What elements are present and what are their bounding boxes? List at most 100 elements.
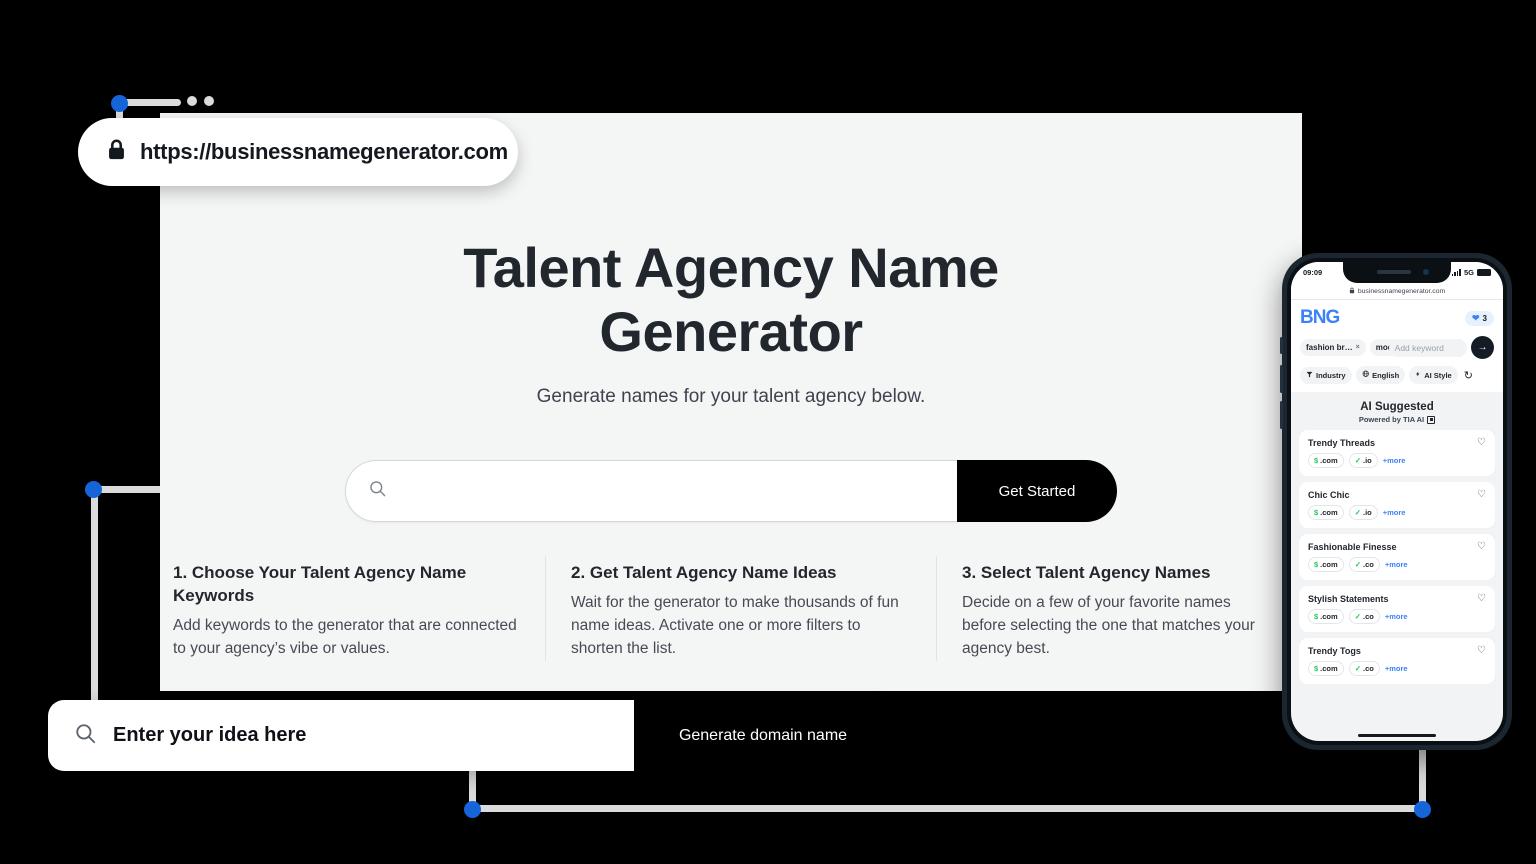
connector-line-bottom-stub-right: [1419, 742, 1426, 810]
dollar-icon: $: [1314, 456, 1319, 465]
tld-row: $ .com ✓ .co +more: [1308, 609, 1486, 624]
more-link[interactable]: +more: [1385, 664, 1408, 673]
step-item-2: 2. Get Talent Agency Name Ideas Wait for…: [545, 556, 936, 661]
steps-section: 1. Choose Your Talent Agency Name Keywor…: [160, 556, 1302, 661]
tld-row: $ .com ✓ .co +more: [1308, 557, 1486, 572]
list-item[interactable]: Trendy Togs ♡ $ .com ✓ .co +more: [1299, 638, 1495, 684]
ai-section-subtitle: Powered by TIA AI: [1291, 415, 1503, 424]
filter-language[interactable]: English: [1355, 366, 1406, 384]
generate-domain-name-button[interactable]: Generate domain name: [634, 700, 892, 771]
url-text: https://businessnamegenerator.com: [140, 139, 508, 164]
check-icon: ✓: [1354, 664, 1361, 673]
filter-row: Industry English AI Style ↻: [1300, 366, 1494, 384]
arrow-right-icon[interactable]: →: [1471, 336, 1494, 359]
lock-icon: [106, 138, 127, 166]
ai-subtitle-text: Powered by TIA AI: [1358, 415, 1425, 424]
phone-mute-button[interactable]: [1280, 337, 1283, 354]
step-body: Add keywords to the generator that are c…: [173, 616, 517, 658]
phone-bezel: 09:09 5G businessnamegenerator.com BNG ❤…: [1287, 258, 1507, 745]
name-label: Fashionable Finesse: [1308, 541, 1397, 552]
name-label: Trendy Threads: [1308, 437, 1376, 448]
phone-app-header: BNG ❤ 3 fashion br… × mod Add keyword → …: [1291, 300, 1503, 392]
bng-logo[interactable]: BNG: [1300, 307, 1340, 329]
heart-outline-icon[interactable]: ♡: [1477, 489, 1486, 500]
bottom-search-input[interactable]: [113, 724, 634, 747]
phone-logo-row: BNG ❤ 3: [1300, 307, 1494, 329]
more-link[interactable]: +more: [1385, 612, 1408, 621]
phone-url-text: businessnamegenerator.com: [1357, 287, 1446, 295]
connector-line-left-vertical: [91, 489, 98, 704]
screenshot-stage: Talent Agency Name Generator Generate na…: [0, 0, 1536, 864]
bolt-icon: [1415, 370, 1421, 380]
heart-outline-icon[interactable]: ♡: [1477, 645, 1486, 656]
battery-icon: [1477, 269, 1491, 276]
network-label: 5G: [1463, 268, 1474, 277]
phone-volume-down-button[interactable]: [1280, 401, 1283, 429]
check-icon: ✓: [1354, 508, 1361, 517]
tld-chip[interactable]: ✓ .io: [1348, 505, 1378, 520]
phone-url-bar[interactable]: businessnamegenerator.com: [1291, 283, 1503, 300]
tld-chip[interactable]: $ .com: [1308, 557, 1344, 572]
heart-icon: ❤: [1472, 312, 1480, 323]
tld-chip[interactable]: ✓ .io: [1348, 453, 1378, 468]
search-input[interactable]: [399, 482, 957, 500]
step-body: Decide on a few of your favorite names b…: [962, 593, 1255, 658]
tld-label: .com: [1320, 664, 1338, 673]
tld-chip[interactable]: $ .com: [1308, 505, 1344, 520]
filter-industry[interactable]: Industry: [1300, 366, 1352, 384]
tld-chip[interactable]: $ .com: [1308, 453, 1344, 468]
step-title: 2. Get Talent Agency Name Ideas: [571, 563, 837, 582]
dollar-icon: $: [1314, 560, 1319, 569]
tld-row: $ .com ✓ .io +more: [1308, 453, 1486, 468]
connector-line-top-horizontal: [119, 99, 181, 106]
phone-mockup: 09:09 5G businessnamegenerator.com BNG ❤…: [1280, 253, 1512, 750]
tld-chip[interactable]: ✓ .co: [1348, 609, 1380, 624]
funnel-icon: [1306, 371, 1313, 380]
list-item[interactable]: Fashionable Finesse ♡ $ .com ✓ .co +more: [1299, 534, 1495, 580]
heart-outline-icon[interactable]: ♡: [1477, 541, 1486, 552]
get-started-button[interactable]: Get Started: [957, 460, 1117, 522]
dollar-icon: $: [1314, 664, 1319, 673]
phone-home-indicator: [1358, 733, 1436, 737]
more-link[interactable]: +more: [1383, 456, 1406, 465]
phone-volume-up-button[interactable]: [1280, 365, 1283, 393]
signal-icon: [1451, 269, 1461, 276]
list-item[interactable]: Trendy Threads ♡ $ .com ✓ .io +more: [1299, 430, 1495, 476]
add-keyword-input[interactable]: Add keyword: [1388, 338, 1467, 357]
tld-chip[interactable]: ✓ .co: [1348, 557, 1380, 572]
phone-speaker: [1377, 270, 1411, 274]
tld-chip[interactable]: ✓ .co: [1348, 661, 1380, 676]
filter-ai-style[interactable]: AI Style: [1409, 366, 1458, 384]
refresh-icon[interactable]: ↻: [1464, 369, 1473, 382]
list-item[interactable]: Chic Chic ♡ $ .com ✓ .io +more: [1299, 482, 1495, 528]
connector-dot-top-left: [111, 95, 128, 112]
dollar-icon: $: [1314, 612, 1319, 621]
more-link[interactable]: +more: [1385, 560, 1408, 569]
connector-dot-left: [85, 481, 102, 498]
step-body: Wait for the generator to make thousands…: [571, 593, 899, 658]
url-bar-pill[interactable]: https://businessnamegenerator.com: [78, 118, 518, 186]
tld-chip[interactable]: $ .com: [1308, 661, 1344, 676]
search-icon: [368, 479, 387, 503]
heart-outline-icon[interactable]: ♡: [1477, 593, 1486, 604]
favorites-badge[interactable]: ❤ 3: [1465, 310, 1494, 326]
check-icon: ✓: [1354, 560, 1361, 569]
bottom-search-field-wrapper[interactable]: [48, 700, 634, 771]
keyword-chip[interactable]: fashion br… ×: [1300, 339, 1366, 356]
more-link[interactable]: +more: [1383, 508, 1406, 517]
filter-label: Industry: [1316, 370, 1346, 380]
step-title: 1. Choose Your Talent Agency Name Keywor…: [173, 563, 467, 605]
phone-camera: [1423, 269, 1429, 275]
search-field-wrapper[interactable]: [345, 460, 957, 522]
tld-chip[interactable]: $ .com: [1308, 609, 1344, 624]
heart-outline-icon[interactable]: ♡: [1477, 437, 1486, 448]
remove-keyword-icon[interactable]: ×: [1356, 344, 1360, 351]
window-dot-1: [187, 96, 197, 106]
tld-label: .co: [1362, 612, 1374, 621]
hero-search-bar: Get Started: [345, 460, 1117, 522]
tld-label: .com: [1320, 456, 1338, 465]
name-row: Stylish Statements ♡: [1308, 593, 1486, 604]
window-dot-2: [204, 96, 214, 106]
ai-suggested-header: AI Suggested Powered by TIA AI: [1291, 392, 1503, 427]
list-item[interactable]: Stylish Statements ♡ $ .com ✓ .co +more: [1299, 586, 1495, 632]
